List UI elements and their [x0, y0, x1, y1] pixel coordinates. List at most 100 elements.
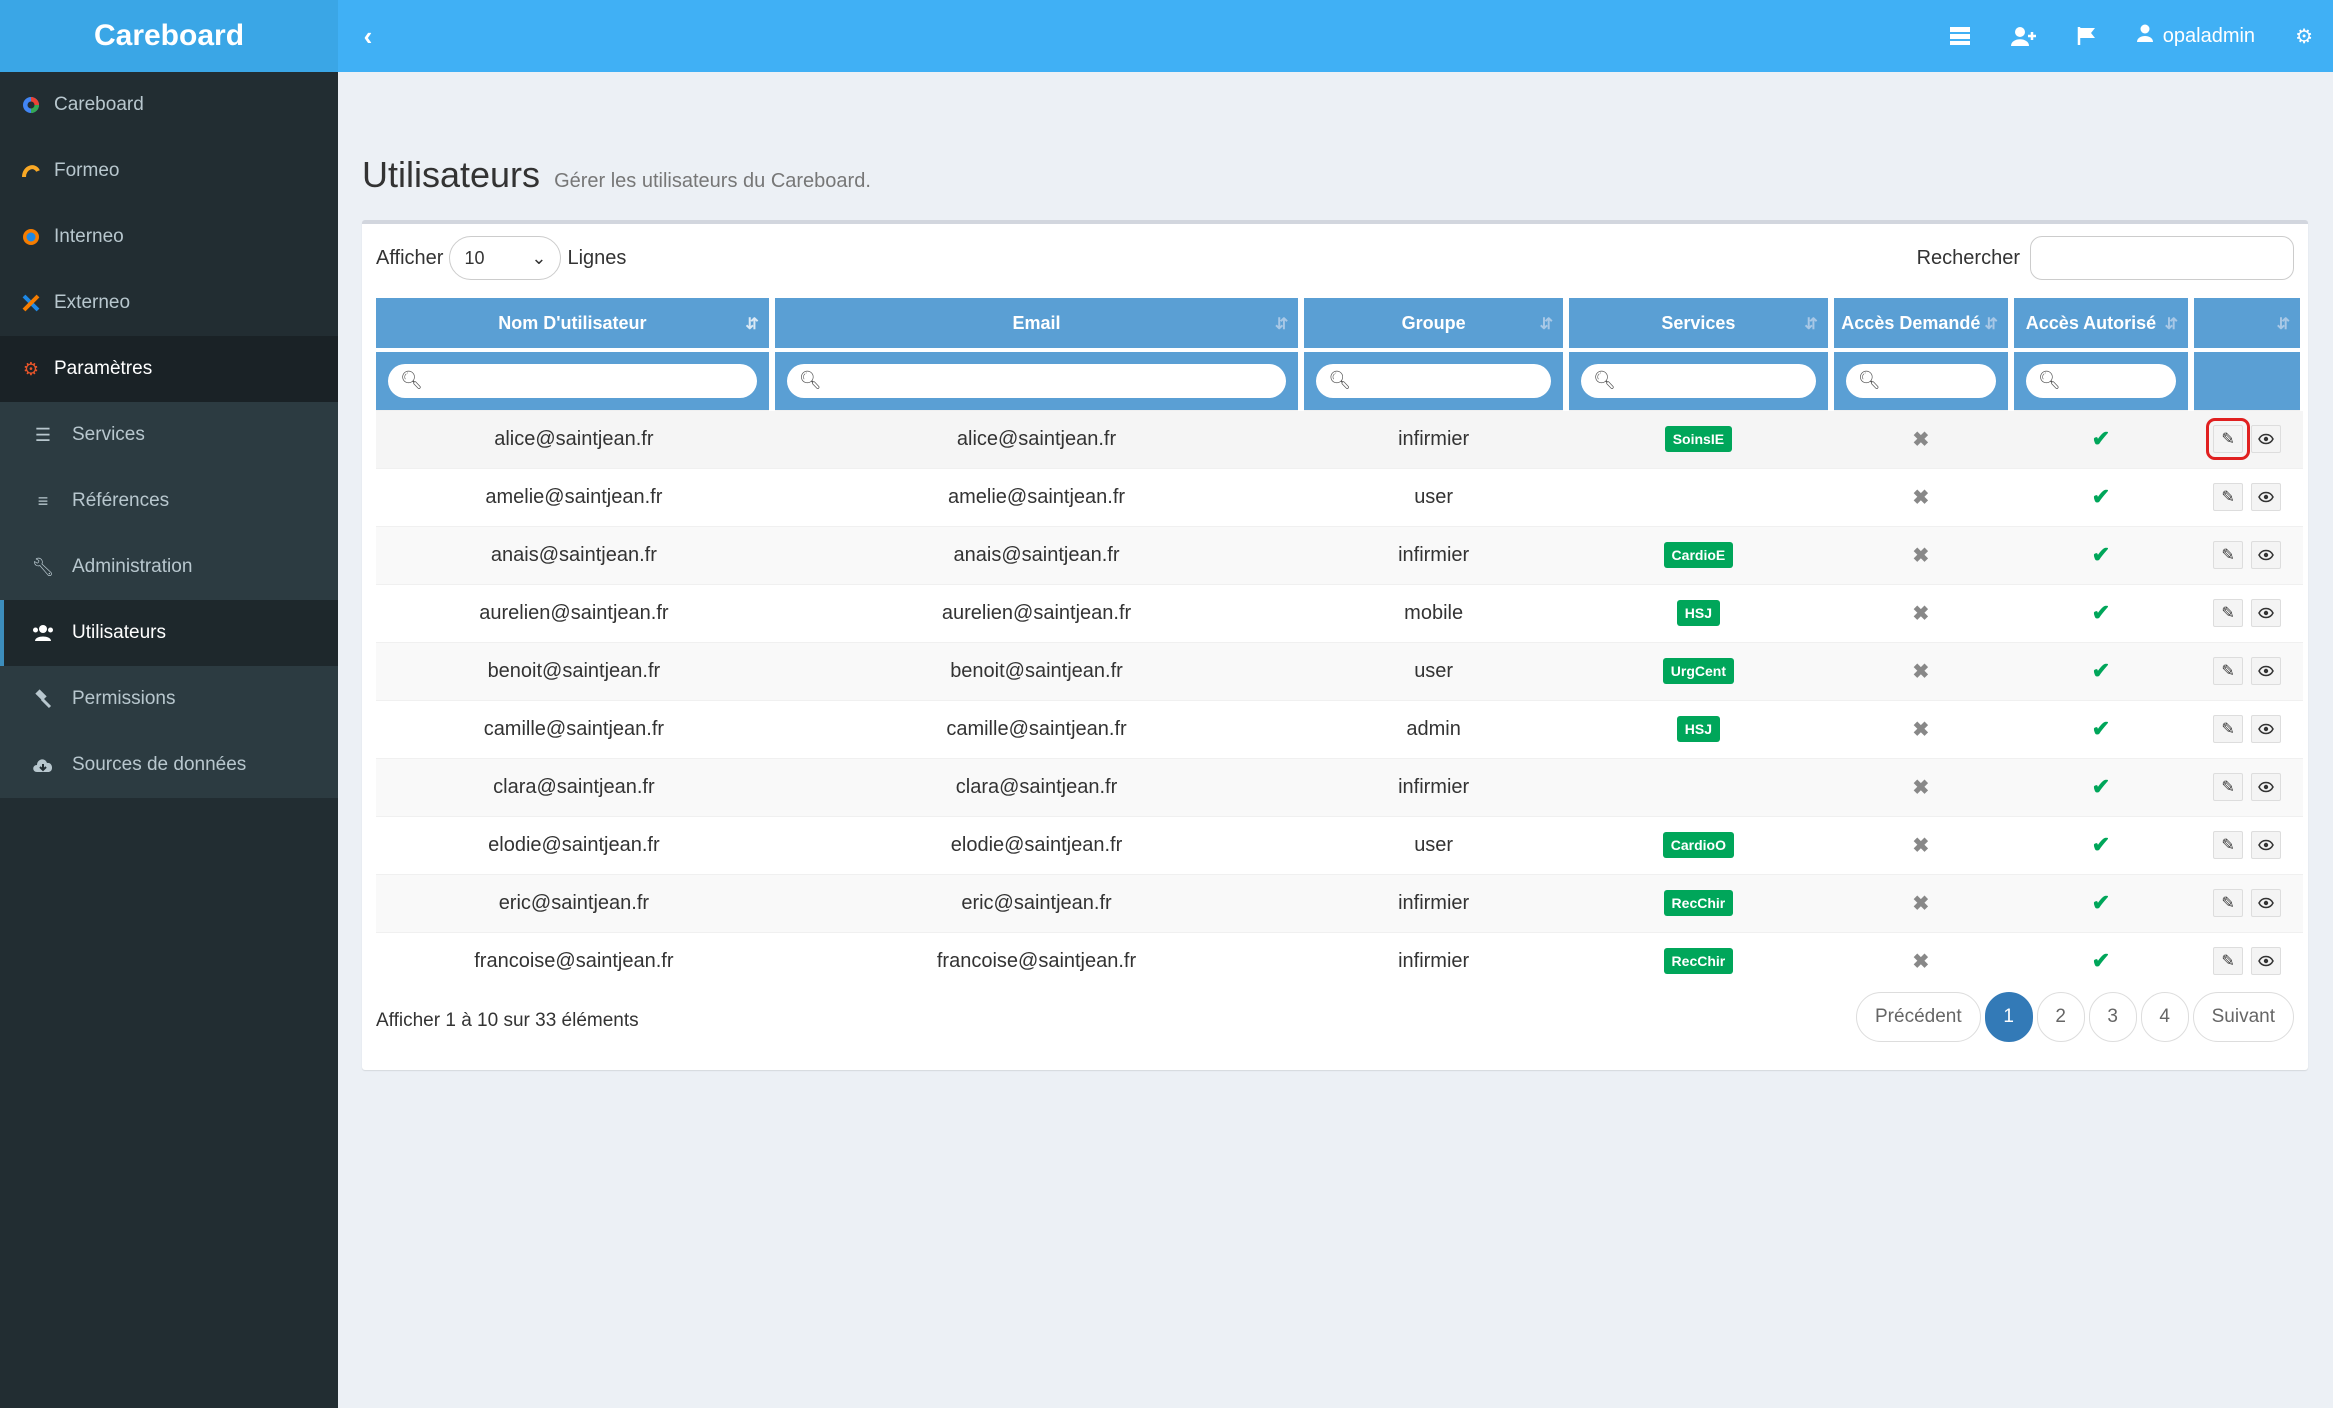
cell-username: eric@saintjean.fr: [376, 873, 772, 932]
sidebar-item-administration[interactable]: 🔧︎ Administration: [0, 534, 338, 600]
filter-access-requested-input[interactable]: 🔍︎: [1845, 363, 1996, 398]
cell-username: elodie@saintjean.fr: [376, 815, 772, 874]
column-header-group[interactable]: Groupe ⇵: [1301, 298, 1570, 350]
column-header-access-granted[interactable]: Accès Autorisé ⇵: [2010, 298, 2195, 350]
edit-pencil-icon[interactable]: ✎: [2213, 947, 2244, 976]
sidebar-item-parametres[interactable]: ⚙ Paramètres: [0, 336, 338, 402]
check-icon: ✔: [2091, 484, 2111, 509]
view-eye-icon[interactable]: [2251, 715, 2282, 743]
table-row: francoise@saintjean.fr francoise@saintjea…: [376, 931, 2303, 990]
filter-group-input[interactable]: 🔍︎: [1316, 363, 1552, 398]
gears-icon[interactable]: ⚙: [2275, 0, 2333, 72]
cell-group: user: [1301, 641, 1567, 700]
cell-actions: ✎: [2191, 873, 2303, 932]
page-button-4[interactable]: 4: [2140, 992, 2189, 1042]
sidebar-item-permissions[interactable]: Permissions: [0, 666, 338, 732]
service-badge: HSJ: [1676, 716, 1720, 742]
cell-access-granted: ✔: [2010, 699, 2192, 758]
column-header-services[interactable]: Services ⇵: [1566, 298, 1834, 350]
sidebar-item-label: Administration: [72, 556, 193, 577]
cell-access-granted: ✔: [2010, 467, 2192, 526]
cell-access-granted: ✔: [2010, 409, 2192, 468]
edit-pencil-icon[interactable]: ✎: [2213, 657, 2244, 685]
cell-group: user: [1301, 467, 1567, 526]
sidebar-item-label: Utilisateurs: [72, 622, 166, 643]
chevron-down-icon: ⌄: [531, 247, 547, 268]
rows-per-page-select[interactable]: 10 ⌄: [449, 236, 562, 280]
sort-icon: ⇵: [1274, 316, 1289, 333]
view-eye-icon[interactable]: [2251, 541, 2282, 569]
column-label: Services: [1661, 312, 1736, 333]
user-plus-icon[interactable]: [1991, 0, 2057, 72]
cell-email: elodie@saintjean.fr: [771, 815, 1302, 874]
filter-services-input[interactable]: 🔍︎: [1581, 363, 1816, 398]
column-header-access-requested[interactable]: Accès Demandé ⇵: [1830, 298, 2014, 350]
edit-pencil-icon[interactable]: ✎: [2213, 889, 2244, 917]
flag-icon[interactable]: [2057, 0, 2117, 72]
cell-actions: ✎: [2191, 583, 2303, 642]
cell-group: mobile: [1301, 583, 1567, 642]
page-button-2[interactable]: 2: [2036, 992, 2085, 1042]
edit-pencil-icon[interactable]: ✎: [2213, 831, 2244, 859]
edit-pencil-icon[interactable]: ✎: [2206, 418, 2251, 460]
check-icon: ✔: [2091, 890, 2111, 915]
view-eye-icon[interactable]: [2251, 483, 2282, 511]
brand-logo[interactable]: Careboard: [0, 0, 338, 72]
view-eye-icon[interactable]: [2251, 425, 2282, 453]
edit-pencil-icon[interactable]: ✎: [2213, 773, 2244, 801]
filter-access-granted-input[interactable]: 🔍︎: [2025, 363, 2177, 398]
cell-access-requested: ✖: [1830, 409, 2011, 468]
sliders-icon: ≡: [37, 490, 49, 511]
sidebar-item-externeo[interactable]: Externeo: [0, 270, 338, 336]
view-eye-icon[interactable]: [2251, 889, 2282, 917]
view-eye-icon[interactable]: [2251, 599, 2282, 627]
column-header-actions[interactable]: ⇵: [2191, 298, 2306, 350]
sidebar-item-references[interactable]: ≡ Références: [0, 468, 338, 534]
search-input[interactable]: [2030, 236, 2294, 280]
sidebar-item-label: Services: [72, 424, 145, 445]
table-row: alice@saintjean.fr alice@saintjean.fr infi…: [376, 409, 2303, 468]
table-row: elodie@saintjean.fr elodie@saintjean.fr us…: [376, 815, 2303, 874]
view-eye-icon[interactable]: [2251, 831, 2282, 859]
cell-email: eric@saintjean.fr: [771, 873, 1302, 932]
cell-group: infirmier: [1301, 757, 1567, 816]
sidebar-item-careboard[interactable]: Careboard: [0, 72, 338, 138]
edit-pencil-icon[interactable]: ✎: [2213, 541, 2244, 569]
table-row: amelie@saintjean.fr amelie@saintjean.fr us…: [376, 467, 2303, 526]
column-header-email[interactable]: Email ⇵: [771, 298, 1305, 350]
user-menu[interactable]: opaladmin: [2117, 0, 2275, 72]
next-page-button[interactable]: Suivant: [2192, 992, 2294, 1042]
edit-pencil-icon[interactable]: ✎: [2213, 483, 2244, 511]
sidebar-toggle-chevron-left-icon[interactable]: ‹: [338, 0, 398, 72]
top-navbar: ‹ opaladmin ⚙: [338, 0, 2333, 72]
column-label: Accès Autorisé: [2025, 312, 2157, 333]
page-button-3[interactable]: 3: [2088, 992, 2137, 1042]
cell-access-requested: ✖: [1830, 467, 2011, 526]
sidebar-item-interneo[interactable]: Interneo: [0, 204, 338, 270]
cell-email: francoise@saintjean.fr: [771, 931, 1302, 990]
cell-services: RecChir: [1566, 931, 1831, 990]
page-button-1[interactable]: 1: [1984, 992, 2033, 1042]
cloud-download-icon: [32, 754, 54, 776]
edit-pencil-icon[interactable]: ✎: [2213, 715, 2244, 743]
view-eye-icon[interactable]: [2251, 657, 2282, 685]
table-row: anais@saintjean.fr anais@saintjean.fr infi…: [376, 525, 2303, 584]
column-label: Email: [1012, 312, 1061, 333]
cell-email: clara@saintjean.fr: [771, 757, 1302, 816]
view-eye-icon[interactable]: [2251, 947, 2282, 976]
column-header-username[interactable]: Nom D'utilisateur ⇵: [376, 298, 775, 350]
server-icon[interactable]: [1929, 0, 1991, 72]
previous-page-button[interactable]: Précédent: [1856, 992, 1981, 1042]
edit-pencil-icon[interactable]: ✎: [2213, 599, 2244, 627]
filter-username-input[interactable]: 🔍︎: [388, 363, 757, 398]
users-box: Afficher 10 ⌄ Lignes Rechercher Nom D'ut…: [362, 220, 2308, 1070]
times-icon: ✖: [1912, 776, 1930, 799]
sidebar-item-utilisateurs[interactable]: Utilisateurs: [0, 600, 338, 666]
filter-username-cell: 🔍︎: [376, 348, 775, 410]
sidebar-item-services[interactable]: ☰ Services: [0, 402, 338, 468]
sidebar-item-sources[interactable]: Sources de données: [0, 732, 338, 798]
sidebar-item-formeo[interactable]: Formeo: [0, 138, 338, 204]
view-eye-icon[interactable]: [2251, 773, 2282, 801]
cell-actions: ✎: [2191, 699, 2303, 758]
filter-email-input[interactable]: 🔍︎: [786, 363, 1287, 398]
